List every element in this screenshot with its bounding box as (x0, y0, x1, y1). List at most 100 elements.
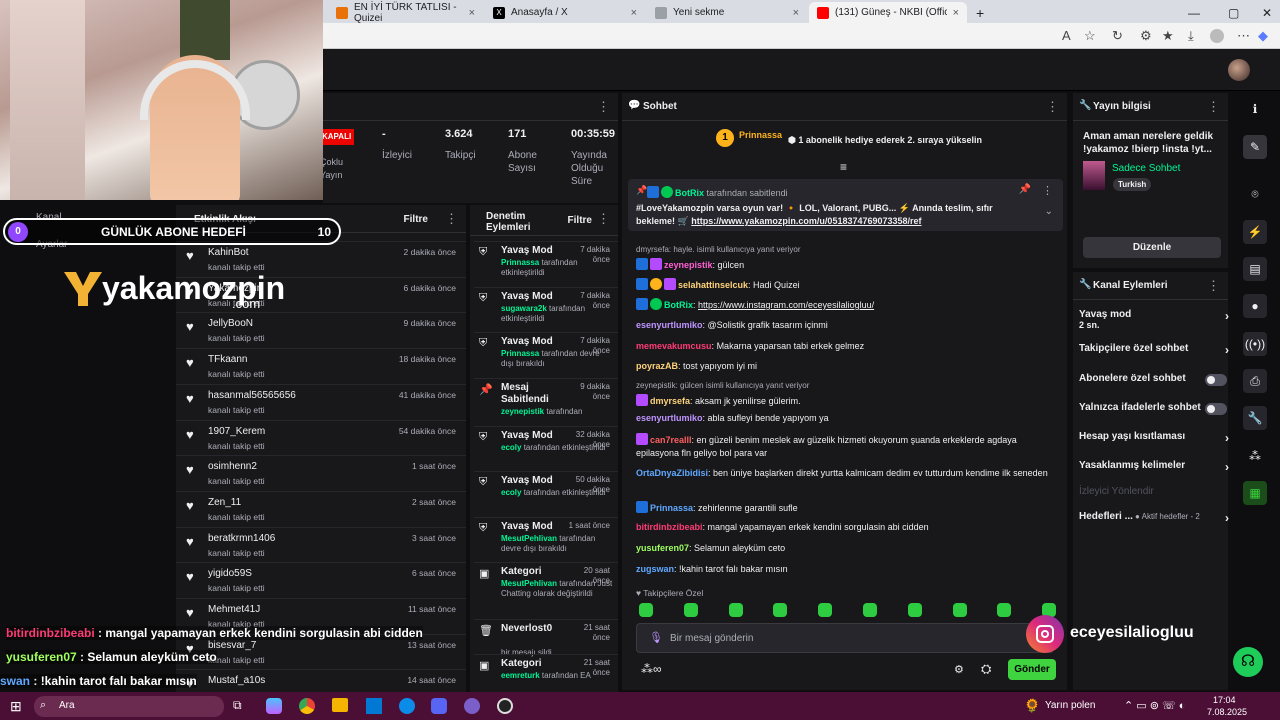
category-name[interactable]: Sadece Sohbet (1112, 163, 1180, 174)
tag-badge[interactable]: Turkish (1113, 178, 1152, 191)
wrench-icon[interactable]: 🔧 (1243, 406, 1267, 430)
clapperboard-icon[interactable]: ▦ (1243, 481, 1267, 505)
chat-link[interactable]: https://www.instagram.com/eceyesilaliogl… (698, 300, 874, 310)
gear-icon[interactable]: ⚙ (954, 663, 964, 676)
follower-name[interactable]: 1907_Kerem (208, 426, 265, 437)
gift-callout[interactable]: ⬢ 1 abonelik hediye ederek 2. sıraya yük… (788, 135, 982, 146)
follower-name[interactable]: Mustaf_a10s (208, 675, 265, 686)
task-view-icon[interactable]: ⧉ (233, 698, 242, 713)
chat-username[interactable]: esenyurtlumiko (636, 320, 703, 330)
pinned-link[interactable]: https://www.yakamozpin.com/u/05183747690… (691, 216, 921, 226)
mod-user[interactable]: ecoly (501, 488, 521, 497)
emote-icon[interactable] (952, 603, 967, 617)
app-icon[interactable] (497, 698, 513, 714)
mod-user[interactable]: MesutPehlivan (501, 534, 557, 543)
mod-action-row[interactable]: 🗑 Neverlost0 21 saat önce bir mesajı sildi (474, 619, 618, 657)
emote-icon[interactable] (683, 603, 698, 617)
toggle-switch[interactable] (1205, 403, 1227, 415)
emote-icon[interactable] (818, 603, 833, 617)
category-thumbnail[interactable] (1083, 161, 1105, 190)
discord-icon[interactable] (431, 698, 447, 714)
more-options-icon[interactable]: ⋮ (1207, 278, 1220, 294)
list-item[interactable]: ♥ Zen_11 kanalı takip etti 2 saat önce (176, 490, 466, 527)
chat-username[interactable]: yusuferen07 (636, 543, 689, 553)
browser-tab[interactable]: X Anasayfa / X × (485, 2, 645, 23)
channel-action-row[interactable]: Hedefleri ... ● Aktif hedefler - 2 › (1079, 511, 1229, 529)
chat-username[interactable]: Prinnassa (650, 503, 693, 513)
chevron-right-icon[interactable]: › (1225, 309, 1229, 323)
obs-icon[interactable] (464, 698, 480, 714)
filter-button[interactable]: Filtre (404, 214, 428, 225)
profile-icon[interactable] (1210, 29, 1224, 43)
chevron-right-icon[interactable]: › (1225, 431, 1229, 445)
copilot-app-icon[interactable] (266, 698, 282, 714)
mod-action-row[interactable]: ⛨ Yavaş Mod 1 saat önce MesutPehlivan taraf… (474, 517, 618, 562)
mod-action-row[interactable]: ⛨ Yavaş Mod 50 dakika önce ecoly tarafından… (474, 471, 618, 517)
chat-username[interactable]: dmyrsefa (650, 396, 690, 406)
lightning-icon[interactable]: ⚡ (1243, 220, 1267, 244)
chat-input[interactable]: 🎙 Bir mesaj gönderin (636, 623, 1054, 653)
quick-action-icon[interactable]: ☊ (1233, 647, 1263, 677)
edge-icon[interactable] (399, 698, 415, 714)
store-icon[interactable] (366, 698, 382, 714)
close-icon[interactable]: × (469, 7, 475, 19)
emote-icon[interactable] (997, 603, 1012, 617)
broadcast-icon[interactable]: ((•)) (1243, 332, 1267, 356)
edit-button[interactable]: Düzenle (1083, 237, 1221, 258)
chevron-down-icon[interactable]: ⌄ (1045, 206, 1053, 217)
mod-user[interactable]: ecoly (501, 443, 521, 452)
clock-time[interactable]: 17:04 (1213, 695, 1236, 705)
browser-tab[interactable]: Yeni sekme × (647, 2, 807, 23)
close-icon[interactable]: × (953, 7, 959, 19)
refresh-icon[interactable]: ↻ (1112, 28, 1123, 44)
clock-date[interactable]: 7.08.2025 (1207, 707, 1247, 717)
minimize-button[interactable]: — (1180, 2, 1208, 23)
channel-action-row[interactable]: Yavaş mod 2 sn. › (1079, 309, 1229, 330)
follower-name[interactable]: beratkrmn1406 (208, 533, 275, 544)
follower-name[interactable]: Zen_11 (208, 497, 241, 508)
mod-user[interactable]: zeynepistik (501, 407, 544, 416)
close-icon[interactable]: × (793, 7, 799, 19)
mod-user[interactable]: eemreturk (501, 671, 540, 680)
list-item[interactable]: ♥ hasanmal56565656 kanalı takip etti 41 dak… (176, 383, 466, 420)
chat-username[interactable]: esenyurtlumiko (636, 413, 703, 423)
mod-action-row[interactable]: ⛨ Yavaş Mod 7 dakika önce Prinnassa tarafın… (474, 241, 618, 287)
new-tab-button[interactable]: + (968, 2, 992, 23)
more-options-icon[interactable]: ⋮ (597, 99, 610, 115)
emote-icon[interactable] (863, 603, 877, 617)
list-item[interactable]: ♥ yigido59S kanalı takip etti 6 saat önce (176, 562, 466, 598)
channel-action-row[interactable]: Hesap yaşı kısıtlaması › (1079, 431, 1229, 449)
reward-icon[interactable]: ⛭ (981, 661, 991, 677)
mod-user[interactable]: sugawara2k (501, 304, 547, 313)
chat-username[interactable]: bitirdinbzibeabi (636, 522, 703, 532)
mod-user[interactable]: Prinnassa (501, 349, 539, 358)
list-item[interactable]: ♥ TFkaann kanalı takip etti 18 dakika önce (176, 348, 466, 384)
mod-user[interactable]: MesutPehlivan (501, 579, 557, 588)
tray-icons[interactable]: ⌃ ▭ ⊚ ☏ ◐ (1124, 699, 1185, 712)
mod-action-row[interactable]: ⛨ Yavaş Mod 7 dakika önce Prinnassa tarafın… (474, 332, 618, 378)
channel-action-row[interactable]: Takipçilere özel sohbet › (1079, 343, 1229, 361)
mod-user[interactable]: Prinnassa (501, 258, 539, 267)
chat-username[interactable]: zeynepistik (664, 260, 713, 270)
follower-name[interactable]: JellyBooN (208, 318, 253, 329)
list-item[interactable]: ♥ 1907_Kerem kanalı takip etti 54 dakika ön… (176, 419, 466, 456)
taskbar-search[interactable]: ⌕ Ara (34, 696, 224, 717)
read-aloud-icon[interactable]: A (1062, 28, 1071, 44)
extensions-icon[interactable]: ⚙ (1140, 28, 1152, 44)
follower-name[interactable]: yigido59S (208, 568, 252, 579)
toggle-switch[interactable] (1205, 374, 1227, 386)
channel-action-row[interactable]: Yalnızca ifadelerle sohbet (1079, 402, 1229, 420)
chat-username[interactable]: OrtaDnyaZibidisi (636, 468, 708, 478)
info-icon[interactable]: ℹ (1243, 97, 1267, 121)
notes-icon[interactable]: ▤ (1243, 257, 1267, 281)
mod-action-row[interactable]: ▣ Kategori 20 saat önce MesutPehlivan taraf… (474, 562, 618, 619)
browser-tab[interactable]: EN İYİ TÜRK TATLISI - Quizei × (328, 2, 483, 24)
file-explorer-icon[interactable] (332, 698, 348, 712)
more-options-icon[interactable]: ⋮ (1207, 99, 1220, 115)
follower-name[interactable]: TFkaann (208, 354, 247, 365)
follower-name[interactable]: osimhenn2 (208, 461, 257, 472)
download-icon[interactable]: ⤓ (1188, 28, 1194, 44)
weather-label[interactable]: Yarın polen (1045, 700, 1095, 711)
browser-tab-active[interactable]: (131) Güneş - NKBİ (Official Musi × (809, 2, 967, 23)
chat-username[interactable]: poyrazAB (636, 361, 678, 371)
